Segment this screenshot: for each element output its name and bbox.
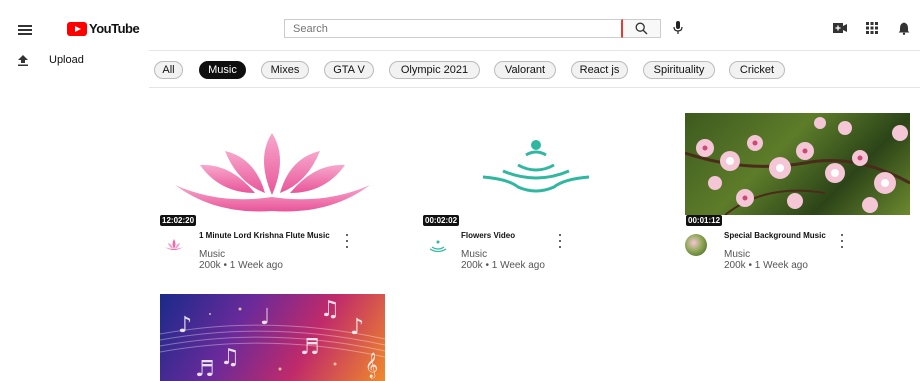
youtube-play-icon [67, 21, 87, 36]
top-bar: YouTube [0, 0, 920, 50]
svg-text:♪: ♪ [178, 313, 192, 338]
meditation-logo-thumbnail [482, 140, 590, 193]
music-notes-thumbnail-image: ♪♫♩ ♬♪𝄞 ♬♫ [160, 297, 385, 381]
duration-badge: 12:02:20 [160, 215, 197, 226]
video-thumbnail[interactable]: ♪ ♫ ♩ ♬ ♪ 𝄞 ♬ ♫ [160, 294, 385, 381]
search-icon [635, 22, 648, 35]
channel-name[interactable]: Music [724, 249, 750, 260]
voice-search-button[interactable] [668, 17, 688, 39]
logo-text: YouTube [89, 21, 140, 36]
svg-text:♬: ♬ [195, 357, 215, 381]
chip-mixes[interactable]: Mixes [261, 61, 309, 79]
video-meta: 200k • 1 Week ago [724, 260, 808, 271]
apps-grid-icon[interactable] [864, 20, 880, 36]
more-options-icon[interactable] [556, 234, 564, 248]
video-title[interactable]: Special Background Music [724, 231, 826, 240]
video-thumbnail[interactable] [160, 113, 385, 223]
video-title[interactable]: 1 Minute Lord Krishna Flute Music [199, 231, 330, 240]
video-thumbnail[interactable] [685, 113, 910, 215]
video-meta: 200k • 1 Week ago [461, 260, 545, 271]
svg-text:♪: ♪ [350, 315, 364, 340]
svg-text:♩: ♩ [260, 305, 270, 330]
avatar[interactable] [163, 234, 185, 256]
chip-spirituality[interactable]: Spirituality [643, 61, 715, 79]
svg-text:♫: ♫ [220, 345, 240, 370]
video-thumbnail[interactable] [423, 113, 648, 223]
video-meta: 200k • 1 Week ago [199, 260, 283, 271]
svg-text:♬: ♬ [300, 335, 320, 360]
chip-olympic-2021[interactable]: Olympic 2021 [389, 61, 480, 79]
filter-chip-bar: All Music Mixes GTA V Olympic 2021 Valor… [149, 50, 920, 88]
avatar[interactable] [685, 234, 707, 256]
channel-name[interactable]: Music [461, 249, 487, 260]
video-title[interactable]: Flowers Video [461, 231, 515, 240]
duration-badge: 00:01:12 [686, 215, 723, 226]
search-button[interactable] [623, 19, 661, 38]
upload-icon [18, 54, 28, 66]
search-input[interactable] [284, 19, 623, 38]
sidebar-item-upload[interactable]: Upload [18, 54, 84, 66]
notifications-bell-icon[interactable] [896, 20, 912, 36]
avatar[interactable] [427, 234, 449, 256]
svg-text:𝄞: 𝄞 [365, 352, 378, 378]
lotus-thumbnail-image [175, 133, 370, 212]
more-options-icon[interactable] [838, 234, 846, 248]
chip-react-js[interactable]: React js [571, 61, 628, 79]
chip-music[interactable]: Music [199, 61, 246, 79]
meditation-avatar-icon [429, 240, 447, 253]
more-options-icon[interactable] [343, 234, 351, 248]
chip-cricket[interactable]: Cricket [729, 61, 785, 79]
sidebar-item-label: Upload [49, 54, 84, 66]
duration-badge: 00:02:02 [423, 215, 460, 226]
blossom-thumbnail-image [685, 117, 910, 215]
microphone-icon [673, 21, 683, 34]
hamburger-menu-icon[interactable] [18, 25, 32, 35]
chip-gta-v[interactable]: GTA V [324, 61, 374, 79]
channel-name[interactable]: Music [199, 249, 225, 260]
chip-valorant[interactable]: Valorant [494, 61, 556, 79]
create-video-icon[interactable] [832, 20, 848, 36]
youtube-logo[interactable]: YouTube [67, 21, 140, 36]
chip-all[interactable]: All [154, 61, 183, 79]
lotus-avatar-icon [165, 239, 183, 250]
svg-text:♫: ♫ [320, 297, 340, 322]
